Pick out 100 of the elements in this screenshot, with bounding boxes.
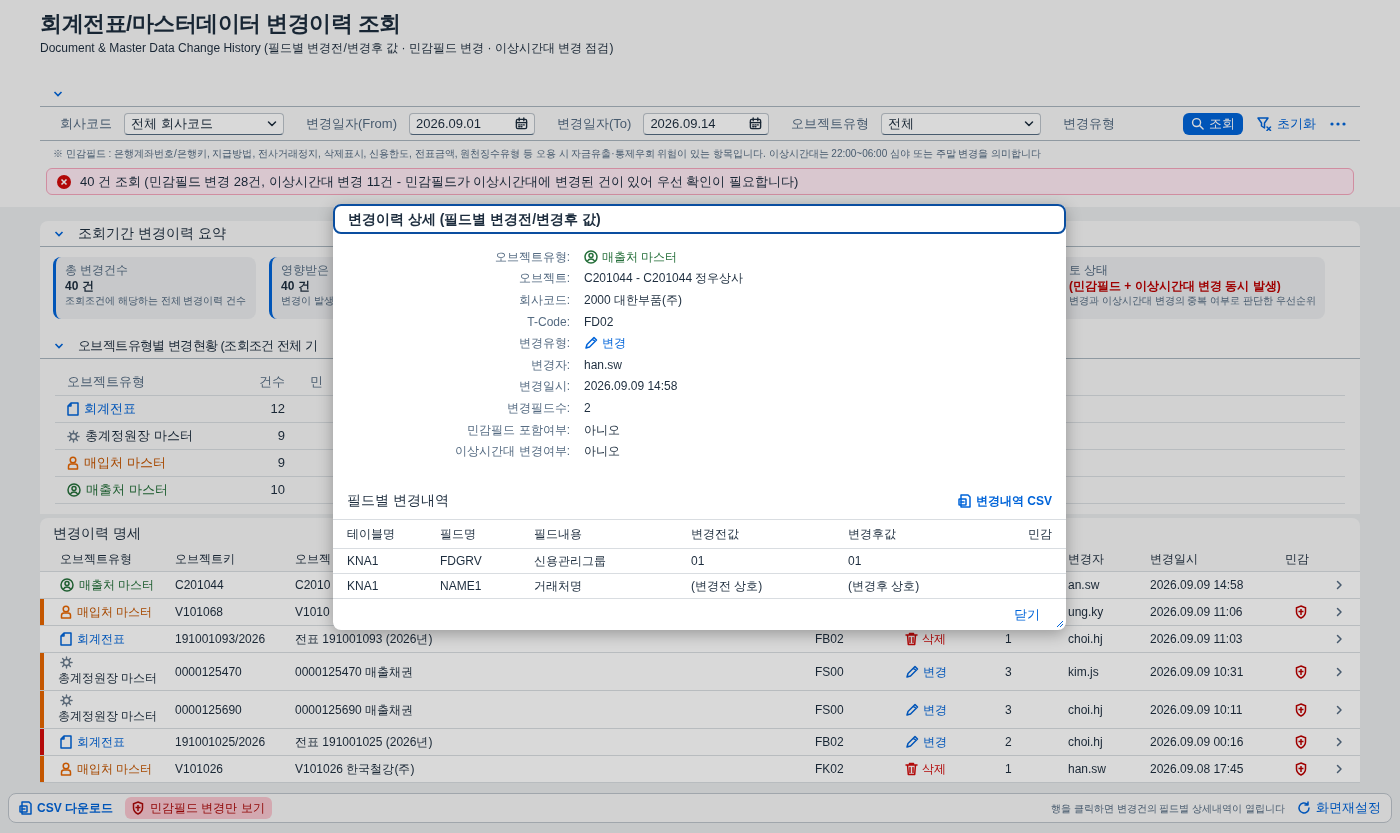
table-cell-text: 2026.09.09 10:11 [1150,701,1243,719]
type-link[interactable]: 회계전표 [84,399,136,419]
gear-icon [60,694,73,707]
more-icon[interactable] [1330,121,1346,126]
column-header: 오브젝 [295,550,331,568]
table-cell-text: (변경후 상호) [848,578,920,595]
chevron-down-icon[interactable] [54,341,64,350]
table-row[interactable]: 총계정원장 마스터 0000125470 0000125470 매출채권 FS00 변경 3 kim.js 2026.09.09 10:31 [40,653,1360,691]
pencil-icon [584,336,598,351]
reset-button[interactable]: 초기화 [1257,113,1316,134]
trash-icon [905,632,918,646]
table-cell-text: 1 [1005,631,1012,648]
spreadsheet-icon [19,801,32,815]
field-label: 오브젝트유형: [494,248,570,266]
search-button[interactable]: 조회 [1183,112,1243,135]
table-row[interactable]: 매입처 마스터 V101026 V101026 한국철강(주) FK02 삭제 1 han.sw 2026.09.08 17:45 [40,756,1360,783]
field-label: 변경필드수: [506,400,570,418]
table-cell-text: FB02 [815,734,844,751]
date-field[interactable]: 2026.09.14 [643,112,770,135]
select-field[interactable]: 전체 회사코드 [124,112,284,135]
section-title: 오브젝트유형별 변경현황 (조회조건 전체 기 [78,336,317,355]
calendar-icon [749,117,763,130]
table-cell-text: NAME1 [440,578,482,595]
pencil-icon [905,702,919,717]
sensitive-filter-toggle[interactable]: 민감필드 변경만 보기 [125,797,272,819]
gear-icon [60,656,73,669]
type-link[interactable]: 매입처 마스터 [77,760,153,778]
table-cell-text: FB02 [815,631,844,648]
change-type-text: 변경 [923,663,947,681]
field-label: 변경유형: [518,335,570,353]
type-link[interactable]: 매출처 마스터 [86,480,168,500]
card-label: 영향받은 [281,262,329,278]
chevron-right-icon [1335,764,1343,774]
chevron-right-icon [1335,737,1343,747]
type-link[interactable]: 회계전표 [77,630,125,648]
type-link[interactable]: 총계정원장 마스터 [85,426,193,446]
csv-export-button[interactable]: 변경내역 CSV [958,491,1052,510]
table-cell-text: 신용관리그룹 [534,552,606,570]
table-cell-text: 2026.09.09 11:06 [1150,604,1243,621]
table-cell-text: C201044 [175,577,224,594]
reset-layout-button[interactable]: 화면재설정 [1297,798,1381,818]
type-link[interactable]: 매출처 마스터 [79,576,155,594]
section-title: 변경이력 명세 [53,524,141,543]
field-label: 회사코드: [518,292,570,310]
table-cell-text: ung.ky [1067,604,1104,621]
table-cell-text: 2026.09.09 10:31 [1150,663,1244,681]
table-cell-text: 01 [691,552,705,570]
table-cell-text: FS00 [815,701,844,719]
table-row[interactable]: 총계정원장 마스터 0000125690 0000125690 매출채권 FS00 변경 3 choi.hj 2026.09.09 10:11 [40,691,1360,729]
table-row[interactable]: 회계전표 191001093/2026 전표 191001093 (2026년) FB02 삭제 1 choi.hj 2026.09.09 11:03 [40,626,1360,653]
table-cell-text: kim.js [1067,663,1099,681]
column-header: 민 [310,373,323,392]
type-link[interactable]: 매입처 마스터 [84,453,166,473]
table-cell-text: FK02 [815,761,844,778]
column-header: 건수 [259,373,286,392]
table-cell-text: 거래처명 [534,578,582,595]
filter-label: 변경일자(From) [306,114,397,133]
pencil-icon [905,735,919,749]
table-cell-text: 12 [270,400,286,419]
csv-download-button[interactable]: CSV 다운로드 [19,799,113,817]
shield-icon [132,801,144,815]
resize-grip-icon[interactable] [1056,620,1064,628]
field-label: 변경자: [530,356,570,374]
trash-icon [905,762,918,776]
type-link[interactable]: 총계정원장 마스터 [58,669,158,687]
table-cell-text: FS00 [815,663,844,681]
table-cell-text: V101026 [175,761,224,778]
column-header: 테이블명 [347,525,395,543]
table-cell-text: 3 [1005,701,1012,719]
table-cell-text: 9 [277,427,286,446]
chevron-down-icon[interactable] [54,229,64,238]
card-label: 토 상태 [1069,262,1109,278]
table-cell-text: choi.hj [1067,734,1103,751]
column-header: 필드내용 [534,525,582,543]
field-label: 이상시간대 변경여부: [455,443,570,461]
table-cell-text: han.sw [1067,761,1107,778]
type-link[interactable]: 매입처 마스터 [77,603,153,621]
chevron-down-icon[interactable] [53,90,63,98]
type-link[interactable]: 총계정원장 마스터 [58,707,158,725]
person-circle-icon [67,483,81,497]
field-label: T-Code: [527,313,570,331]
field-label: 민감필드 포함여부: [467,421,570,439]
table-cell-text: 전표 191001025 (2026년) [295,734,433,751]
calendar-icon [515,117,528,130]
date-field[interactable]: 2026.09.01 [409,112,535,135]
table-cell-text: 2026.09.09 14:58 [1150,577,1244,594]
select-field[interactable]: 전체 [881,112,1042,135]
subsection-title: 필드별 변경내역 [347,491,449,511]
table-cell-text: 전표 191001093 (2026년) [295,631,433,648]
chevron-right-icon [1335,607,1343,617]
close-button[interactable]: 닫기 [1014,604,1040,625]
change-type-text: 삭제 [922,631,946,648]
document-icon [60,735,72,749]
refresh-icon [1297,801,1311,815]
table-cell-text: 191001025/2026 [175,734,266,751]
type-link[interactable]: 회계전표 [77,733,125,751]
table-cell-text: C2010 [295,577,331,594]
table-row[interactable]: 회계전표 191001025/2026 전표 191001025 (2026년) FB02 변경 2 choi.hj 2026.09.09 00:16 [40,729,1360,756]
field-value: 아니오 [584,421,620,439]
table-cell-text: V101026 한국철강(주) [295,761,415,778]
